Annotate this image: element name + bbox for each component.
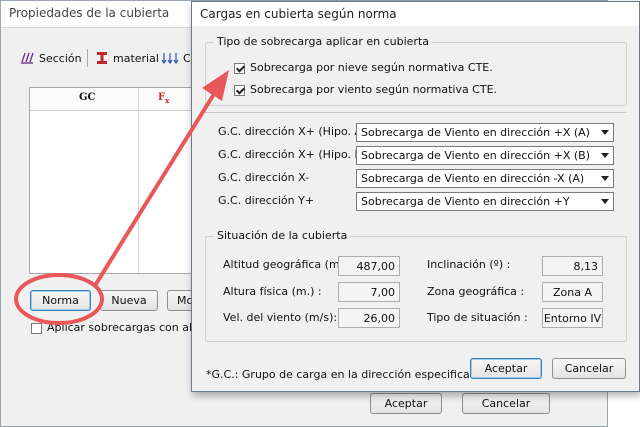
altitude-field[interactable]: 487,00 xyxy=(338,256,400,276)
chevron-down-icon xyxy=(601,176,609,181)
load-group-xminus-label: G.C. dirección X- xyxy=(218,171,310,184)
nueva-button[interactable]: Nueva xyxy=(100,290,158,311)
alternate-loads-checkbox[interactable] xyxy=(31,323,42,334)
section-hatch-icon xyxy=(21,52,34,64)
cancel-button[interactable]: Cancelar xyxy=(552,358,626,379)
dialog-title: Cargas en cubierta según norma xyxy=(200,7,397,21)
load-type-group: Tipo de sobrecarga aplicar en cubierta xyxy=(205,35,627,106)
column-header-fx: Fx xyxy=(158,92,170,105)
tab-loads[interactable]: C xyxy=(161,47,191,69)
table-header: GC Fx xyxy=(30,88,200,111)
situation-type-label: Tipo de situación : xyxy=(427,311,528,324)
load-type-group-title: Tipo de sobrecarga aplicar en cubierta xyxy=(214,35,433,48)
wind-speed-field[interactable]: 26,00 xyxy=(338,308,400,328)
inclination-label: Inclinación (º) : xyxy=(427,258,511,271)
column-divider xyxy=(138,88,139,273)
geographic-zone-label: Zona geográfica : xyxy=(427,285,525,298)
chevron-down-icon xyxy=(601,199,609,204)
back-accept-button[interactable]: Aceptar xyxy=(370,393,442,414)
geographic-zone-field[interactable]: Zona A xyxy=(542,282,603,302)
snow-load-checkbox[interactable] xyxy=(234,63,245,74)
tab-section-label: Sección xyxy=(39,51,82,65)
load-group-xplus-a-label: G.C. dirección X+ (Hipo. A) xyxy=(218,125,367,138)
physical-height-label: Altura física (m.) : xyxy=(223,285,322,298)
alternate-loads-label: Aplicar sobrecargas con altern xyxy=(47,321,215,334)
load-group-xminus-select[interactable]: Sobrecarga de Viento en dirección -X (A) xyxy=(356,169,614,188)
load-group-xplus-b-label: G.C. dirección X+ (Hipo. B) xyxy=(218,148,367,161)
load-groups-table: GC Fx xyxy=(29,87,201,274)
separator xyxy=(205,112,627,113)
load-group-xplus-a-value: Sobrecarga de Viento en dirección +X (A) xyxy=(361,126,590,139)
tab-divider xyxy=(87,49,88,67)
i-beam-icon xyxy=(97,52,107,64)
accept-button[interactable]: Aceptar xyxy=(470,358,542,379)
dialog-title-bar: Cargas en cubierta según norma xyxy=(192,2,639,26)
tab-section[interactable]: Sección xyxy=(19,47,82,69)
tab-loads-label: C xyxy=(183,51,191,65)
load-group-yplus-label: G.C. dirección Y+ xyxy=(218,194,315,207)
inclination-field[interactable]: 8,13 xyxy=(542,256,603,276)
load-group-yplus-value: Sobrecarga de Viento en dirección +Y xyxy=(361,195,570,208)
wind-load-checkbox[interactable] xyxy=(234,85,245,96)
physical-height-field[interactable]: 7,00 xyxy=(338,282,400,302)
tab-material-label: material xyxy=(113,51,159,65)
load-group-xminus-value: Sobrecarga de Viento en dirección -X (A) xyxy=(361,172,585,185)
load-group-xplus-a-select[interactable]: Sobrecarga de Viento en dirección +X (A) xyxy=(356,123,614,142)
back-cancel-button[interactable]: Cancelar xyxy=(462,393,550,414)
footnote: *G.C.: Grupo de carga en la dirección es… xyxy=(206,368,484,381)
cover-loads-dialog: Cargas en cubierta según norma Tipo de s… xyxy=(191,1,640,392)
tab-material[interactable]: material xyxy=(95,47,159,69)
chevron-down-icon xyxy=(601,130,609,135)
chevron-down-icon xyxy=(601,153,609,158)
load-group-yplus-select[interactable]: Sobrecarga de Viento en dirección +Y xyxy=(356,192,614,211)
load-group-xplus-b-value: Sobrecarga de Viento en dirección +X (B) xyxy=(361,149,590,162)
column-header-gc: GC xyxy=(79,92,96,103)
load-group-xplus-b-select[interactable]: Sobrecarga de Viento en dirección +X (B) xyxy=(356,146,614,165)
wind-speed-label: Vel. del viento (m/s): xyxy=(223,311,338,324)
norma-button[interactable]: Norma xyxy=(30,290,91,311)
situation-type-field[interactable]: Entorno IV xyxy=(542,308,603,328)
window-title: Propiedades de la cubierta xyxy=(9,6,170,20)
wind-load-label: Sobrecarga por viento según normativa CT… xyxy=(250,83,498,96)
situation-group-title: Situación de la cubierta xyxy=(214,229,351,242)
loads-arrows-icon xyxy=(161,53,179,65)
snow-load-label: Sobrecarga por nieve según normativa CTE… xyxy=(250,61,493,74)
altitude-label: Altitud geográfica (m.): xyxy=(223,258,352,271)
